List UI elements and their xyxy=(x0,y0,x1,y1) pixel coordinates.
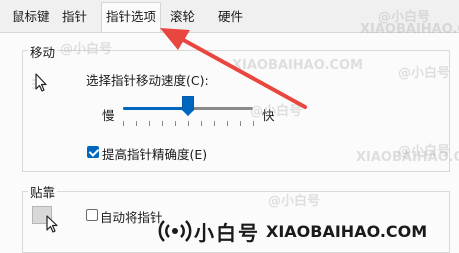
signal-icon xyxy=(158,220,192,242)
brand-en-text: XIAOBAIHAO.COM xyxy=(266,221,428,241)
brand-logo: 小白号 XIAOBAIHAO.COM xyxy=(158,216,427,246)
brand-cn-text: 小白号 xyxy=(194,220,260,245)
